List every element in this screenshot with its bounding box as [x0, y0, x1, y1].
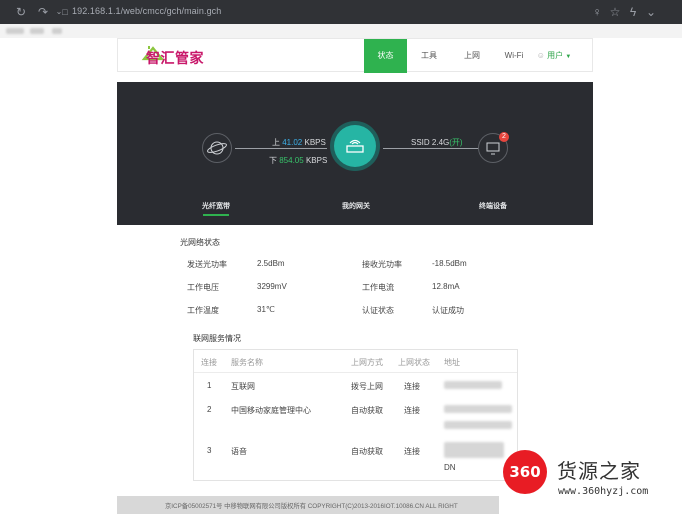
bookmarks-bar — [0, 24, 682, 38]
col-header-address: 地址 — [444, 358, 460, 367]
tab-tools[interactable]: 工具 — [415, 39, 443, 73]
row3-status: 连接 — [404, 447, 420, 456]
forward-icon[interactable]: ↷ — [36, 5, 50, 19]
voltage-value: 3299mV — [257, 282, 287, 291]
row1-address-redacted — [444, 381, 502, 389]
active-indicator — [203, 214, 229, 216]
current-label: 工作电流 — [362, 283, 394, 292]
row3-mode: 自动获取 — [351, 447, 383, 456]
lightning-icon[interactable]: ϟ — [626, 5, 640, 19]
page-footer: 京ICP备05002571号 中移物联网有限公司版权所有 COPYRIGHT(C… — [117, 496, 499, 514]
col-header-status: 上网状态 — [398, 358, 430, 367]
watermark-title: 货源之家 — [557, 459, 641, 483]
row2-mode: 自动获取 — [351, 406, 383, 415]
fiber-node[interactable] — [202, 133, 232, 163]
row1-name: 互联网 — [231, 382, 255, 391]
row1-status: 连接 — [404, 382, 420, 391]
user-menu-label: 用户 — [547, 51, 564, 60]
link-line-right — [383, 148, 479, 149]
footer-copyright: 京ICP备05002571号 中移物联网有限公司版权所有 COPYRIGHT(C… — [165, 503, 458, 510]
header-divider — [194, 372, 517, 373]
top-header: 智汇管家 状态 工具 上网 Wi-Fi ☺ 用户 ▼ — [117, 38, 593, 73]
auth-status-value: 认证成功 — [432, 306, 464, 315]
row2-status: 连接 — [404, 406, 420, 415]
col-header-connection: 连接 — [201, 358, 217, 367]
optical-section-title: 光网络状态 — [180, 238, 220, 247]
row3-no: 3 — [207, 446, 212, 455]
col-header-service: 服务名称 — [231, 358, 263, 367]
row1-mode: 拨号上网 — [351, 382, 383, 391]
star-icon[interactable]: ☆ — [608, 5, 622, 19]
user-menu[interactable]: ☺ 用户 ▼ — [533, 39, 575, 73]
service-section-title: 联网服务情况 — [193, 334, 241, 343]
row3-dns: DN — [444, 463, 456, 472]
reload-icon[interactable]: ↻ — [14, 5, 28, 19]
tab-status[interactable]: 状态 — [364, 39, 407, 73]
gateway-node[interactable] — [334, 125, 376, 167]
row3-name: 语音 — [231, 447, 247, 456]
download-rate: 下 854.05 KBPS — [269, 156, 328, 165]
device-count-badge: 2 — [499, 132, 509, 142]
router-icon — [346, 139, 364, 153]
row2-address2-redacted — [444, 421, 512, 429]
watermark-badge-text: 360 — [509, 463, 541, 481]
status-hero: 上 41.02 KBPS 下 854.05 KBPS SSID 2.4G(开) — [117, 82, 593, 225]
rx-power-value: -18.5dBm — [432, 259, 467, 268]
voltage-label: 工作电压 — [187, 283, 219, 292]
rx-power-label: 接收光功率 — [362, 260, 402, 269]
tx-power-label: 发送光功率 — [187, 260, 227, 269]
logo-text: 智汇管家 — [146, 51, 204, 67]
row1-no: 1 — [207, 381, 212, 390]
row3-address-redacted — [444, 442, 504, 458]
caret-down-icon: ▼ — [565, 54, 572, 60]
row2-address-redacted — [444, 405, 512, 413]
row2-no: 2 — [207, 405, 212, 414]
browser-toolbar: ↻ ↷ ⌄ □ 192.168.1.1/web/cmcc/gch/main.gc… — [0, 0, 682, 25]
devices-label: 终端设备 — [479, 203, 507, 210]
fiber-label: 光纤宽带 — [202, 203, 230, 210]
service-table: 连接 服务名称 上网方式 上网状态 地址 1 互联网 拨号上网 连接 2 中国移… — [193, 349, 518, 481]
auth-status-label: 认证状态 — [362, 306, 394, 315]
current-value: 12.8mA — [432, 282, 460, 291]
watermark-url: www.360hyzj.com — [558, 486, 649, 497]
pin-icon[interactable]: ♀ — [590, 5, 604, 19]
temperature-label: 工作温度 — [187, 306, 219, 315]
user-icon: ☺ — [536, 51, 545, 60]
ssid-status[interactable]: SSID 2.4G(开) — [411, 137, 463, 148]
row2-name: 中国移动家庭管理中心 — [231, 406, 311, 415]
temperature-value: 31℃ — [257, 305, 275, 314]
link-line-left — [235, 148, 327, 149]
tx-power-value: 2.5dBm — [257, 259, 285, 268]
gateway-label: 我的网关 — [342, 203, 370, 210]
tab-internet[interactable]: 上网 — [458, 39, 486, 73]
address-bar[interactable]: 192.168.1.1/web/cmcc/gch/main.gch — [72, 6, 221, 16]
page-icon: □ — [62, 7, 68, 17]
globe-icon — [207, 141, 227, 155]
upload-rate: 上 41.02 KBPS — [272, 138, 326, 147]
chevron-down-icon[interactable]: ⌄ — [644, 5, 658, 19]
tab-wifi[interactable]: Wi-Fi — [500, 39, 528, 73]
col-header-mode: 上网方式 — [351, 358, 383, 367]
